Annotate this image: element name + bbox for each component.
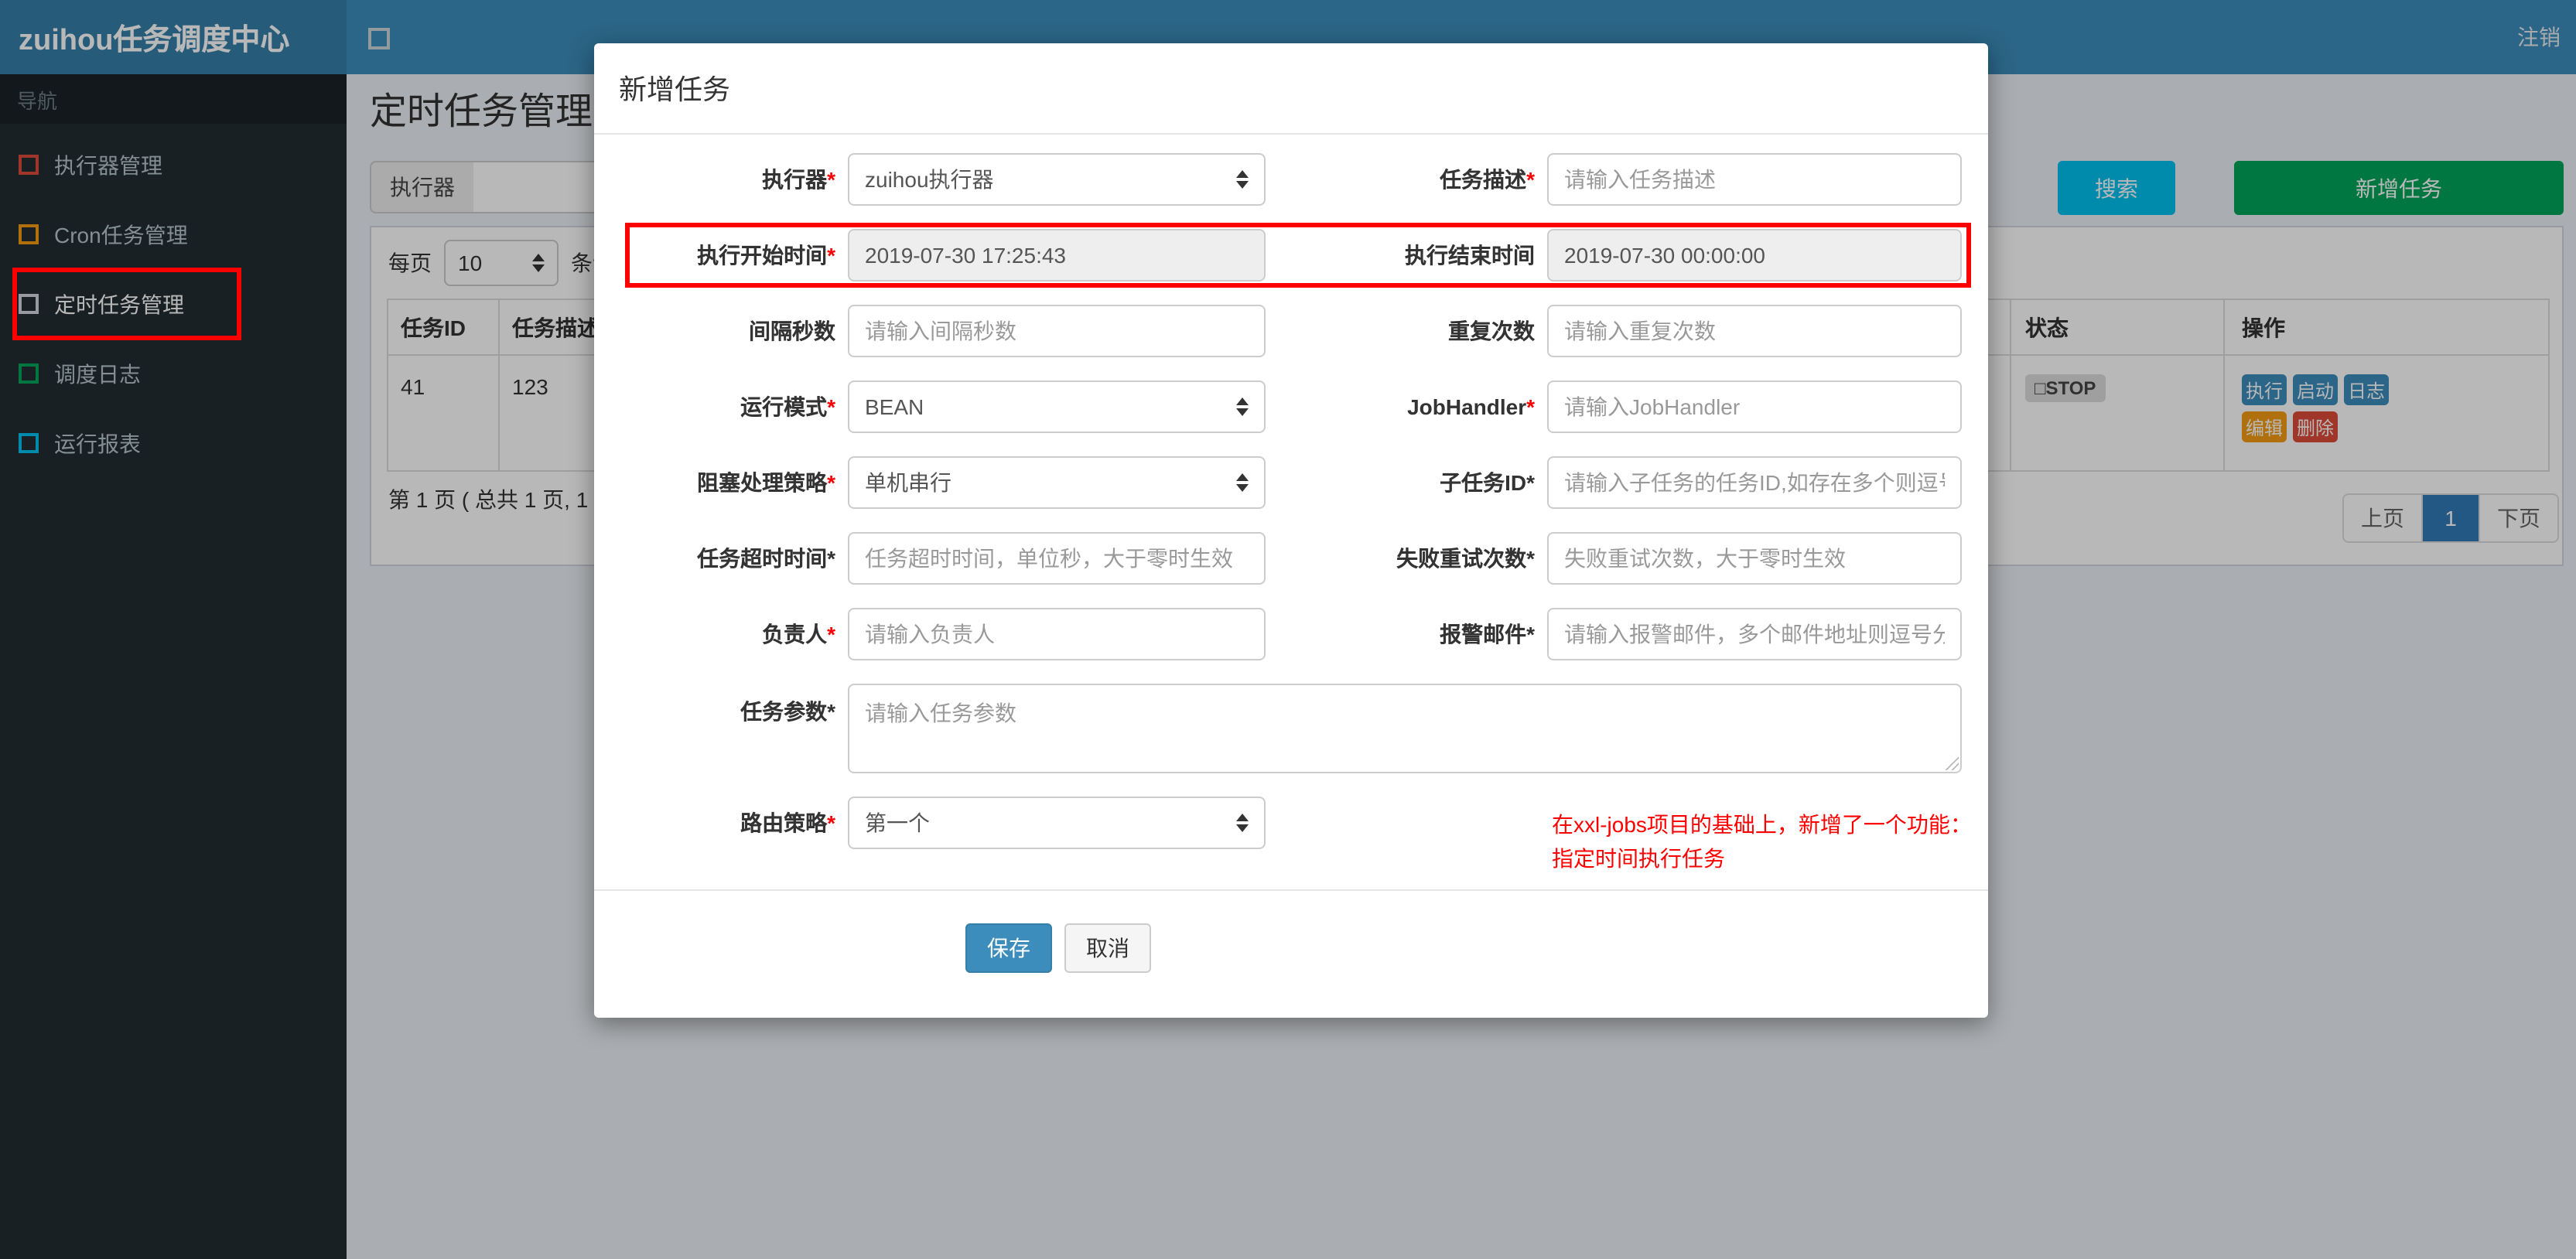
fail-retry-label: 失败重试次数*	[1396, 546, 1535, 571]
block-strategy-label: 阻塞处理策略*	[697, 470, 835, 495]
select-caret-icon	[1236, 814, 1249, 832]
required-star: *	[827, 167, 835, 192]
job-desc-label: 任务描述*	[1440, 167, 1535, 192]
job-param-textarea[interactable]	[848, 684, 1962, 773]
executor-select[interactable]: zuihou执行器	[848, 153, 1266, 206]
modal-title: 新增任务	[594, 43, 1988, 135]
child-jobid-label: 子任务ID*	[1440, 470, 1535, 495]
interval-label: 间隔秒数	[749, 319, 835, 343]
modal-footer: 保存 取消	[965, 923, 1151, 973]
route-strategy-select[interactable]: 第一个	[848, 797, 1266, 849]
form-row-timeout: 任务超时时间* 失败重试次数*	[594, 532, 1988, 585]
executor-label: 执行器*	[762, 167, 835, 192]
feature-note-line2: 指定时间执行任务	[1552, 846, 1725, 871]
glue-type-label: 运行模式*	[740, 394, 835, 419]
repeat-count-input[interactable]	[1547, 305, 1962, 357]
form-row-executor: 执行器* zuihou执行器 任务描述*	[594, 153, 1988, 206]
annotation-rect-time-row	[625, 223, 1971, 288]
required-star: *	[1526, 622, 1535, 647]
timeout-input[interactable]	[848, 532, 1266, 585]
route-strategy-label: 路由策略*	[740, 810, 835, 835]
form-row-author: 负责人* 报警邮件*	[594, 608, 1988, 660]
alarm-email-label: 报警邮件*	[1440, 622, 1535, 647]
author-input[interactable]	[848, 608, 1266, 660]
required-star: *	[827, 810, 835, 835]
required-star: *	[827, 622, 835, 647]
interval-input[interactable]	[848, 305, 1266, 357]
author-label: 负责人*	[762, 622, 835, 647]
required-star: *	[1526, 167, 1535, 192]
required-star: *	[1526, 546, 1535, 571]
select-caret-icon	[1236, 473, 1249, 492]
required-star: *	[1526, 470, 1535, 495]
required-star: *	[1526, 394, 1535, 419]
required-star: *	[827, 699, 835, 724]
child-jobid-input[interactable]	[1547, 456, 1962, 509]
feature-note: 在xxl-jobs项目的基础上，新增了一个功能： 指定时间执行任务	[1552, 807, 1985, 875]
form-row-glue-type: 运行模式* BEAN JobHandler*	[594, 380, 1988, 433]
cancel-button[interactable]: 取消	[1064, 923, 1151, 973]
job-desc-input[interactable]	[1547, 153, 1962, 206]
job-handler-input[interactable]	[1547, 380, 1962, 433]
form-row-block-strategy: 阻塞处理策略* 单机串行 子任务ID*	[594, 456, 1988, 509]
select-caret-icon	[1236, 170, 1249, 189]
add-task-modal: 新增任务 执行器* zuihou执行器 任务描述* 执行开始时间* 2019-0…	[594, 43, 1988, 1018]
required-star: *	[827, 546, 835, 571]
app-root: zuihou任务调度中心 注销 导航 执行器管理 Cron任务管理 定时任务管理…	[0, 0, 2576, 1259]
job-handler-label: JobHandler*	[1407, 394, 1535, 419]
timeout-label: 任务超时时间*	[697, 546, 835, 571]
required-star: *	[827, 470, 835, 495]
glue-type-select[interactable]: BEAN	[848, 380, 1266, 433]
repeat-count-label: 重复次数	[1448, 319, 1535, 343]
save-button[interactable]: 保存	[965, 923, 1052, 973]
modal-footer-divider	[594, 889, 1988, 891]
form-row-interval: 间隔秒数 重复次数	[594, 305, 1988, 357]
annotation-rect-sidebar	[12, 268, 241, 340]
required-star: *	[827, 394, 835, 419]
block-strategy-select[interactable]: 单机串行	[848, 456, 1266, 509]
textarea-resize-handle-icon[interactable]	[1943, 755, 1959, 770]
feature-note-line1: 在xxl-jobs项目的基础上，新增了一个功能：	[1552, 812, 1972, 837]
select-caret-icon	[1236, 397, 1249, 416]
alarm-email-input[interactable]	[1547, 608, 1962, 660]
fail-retry-input[interactable]	[1547, 532, 1962, 585]
job-param-label: 任务参数*	[740, 699, 835, 724]
